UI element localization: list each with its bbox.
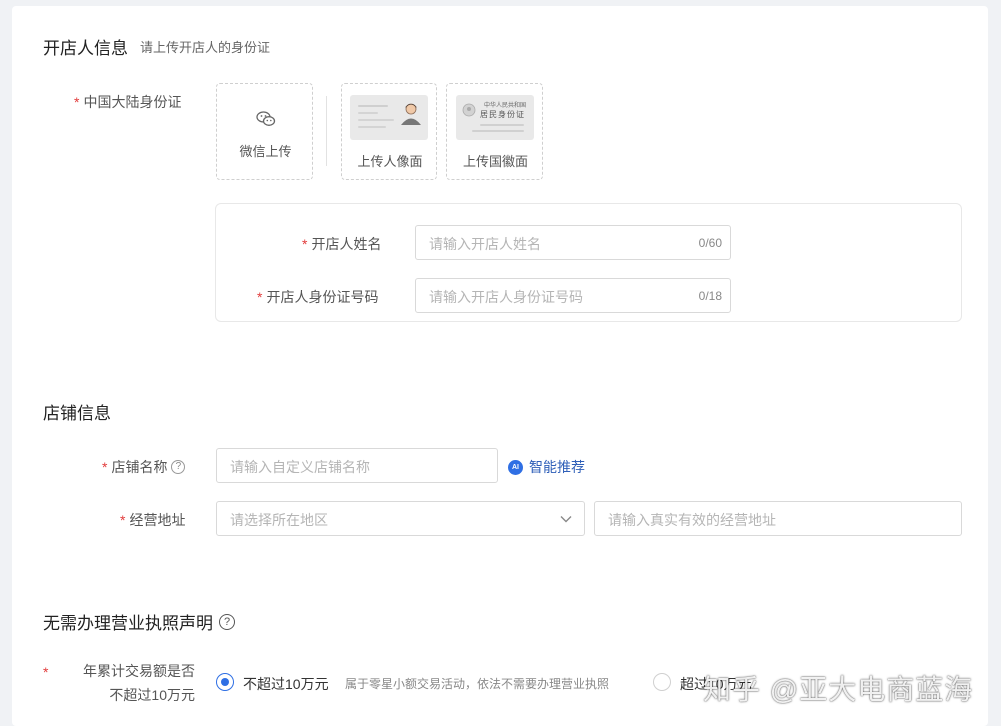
emblem-card-line1: 中华人民共和国 [484,103,527,109]
emblem-card-line2: 居民身份证 [480,110,525,119]
question-label-line1: 年累计交易额是否 [83,663,195,679]
shop-section-title: 店铺信息 [43,404,111,423]
radio-under-100k[interactable] [216,673,234,691]
region-select[interactable]: 请选择所在地区 [216,501,585,536]
option-under-100k-desc: 属于零星小额交易活动，依法不需要办理营业执照 [345,677,610,691]
question-required-mark: * [43,664,49,680]
upload-emblem-button[interactable]: 中华人民共和国 居民身份证 上传国徽面 [446,83,543,180]
owner-idnum-counter: 0/18 [698,289,722,303]
owner-name-placeholder: 请输入开店人姓名 [429,236,541,252]
shop-name-label: * 店铺名称? [102,457,186,477]
upload-portrait-button[interactable]: 上传人像面 [341,83,437,180]
license-help-icon[interactable]: ? [219,613,235,630]
question-label-line2: 不超过10万元 [109,687,195,703]
wechat-upload-label: 微信上传 [239,144,292,159]
upload-divider [326,96,327,166]
watermark: 知乎 @亚大电商蓝海 [703,674,974,705]
id-emblem-illustration: 中华人民共和国 居民身份证 [456,95,534,140]
owner-name-input[interactable]: 请输入开店人姓名 0/60 [415,225,731,260]
upload-emblem-label: 上传国徽面 [462,154,528,169]
option-under-100k-label[interactable]: 不超过10万元 [243,674,329,694]
national-emblem-icon [462,103,476,117]
upload-portrait-label: 上传人像面 [357,154,423,169]
owner-idnum-placeholder: 请输入开店人身份证号码 [429,289,583,305]
radio-over-100k[interactable] [653,673,671,691]
smart-recommend-link[interactable]: AI 智能推荐 [508,457,585,477]
owner-idnum-input[interactable]: 请输入开店人身份证号码 0/18 [415,278,731,313]
person-avatar-icon [401,103,421,125]
wechat-upload-button[interactable]: 微信上传 [216,83,313,180]
owner-name-label: * 开店人姓名 [302,236,382,252]
owner-name-counter: 0/60 [698,236,722,250]
shop-name-help-icon[interactable]: ? [171,460,186,474]
chevron-down-icon [560,516,572,523]
smart-recommend-label: 智能推荐 [529,459,585,475]
id-portrait-illustration [350,95,428,140]
id-card-label: * 中国大陆身份证 [74,94,182,110]
address-label: * 经营地址 [120,512,186,528]
region-placeholder: 请选择所在地区 [230,512,328,528]
owner-section-title: 开店人信息 [43,39,128,58]
shop-name-input[interactable]: 请输入自定义店铺名称 [216,448,498,483]
ai-icon: AI [508,459,523,475]
owner-section-subtitle: 请上传开店人的身份证 [140,40,271,55]
shop-name-placeholder: 请输入自定义店铺名称 [230,459,370,475]
address-placeholder: 请输入真实有效的经营地址 [608,512,776,528]
wechat-icon [256,111,276,126]
address-input[interactable]: 请输入真实有效的经营地址 [594,501,962,536]
license-section-title: 无需办理营业执照声明? [43,609,235,634]
owner-idnum-label: * 开店人身份证号码 [257,289,379,305]
